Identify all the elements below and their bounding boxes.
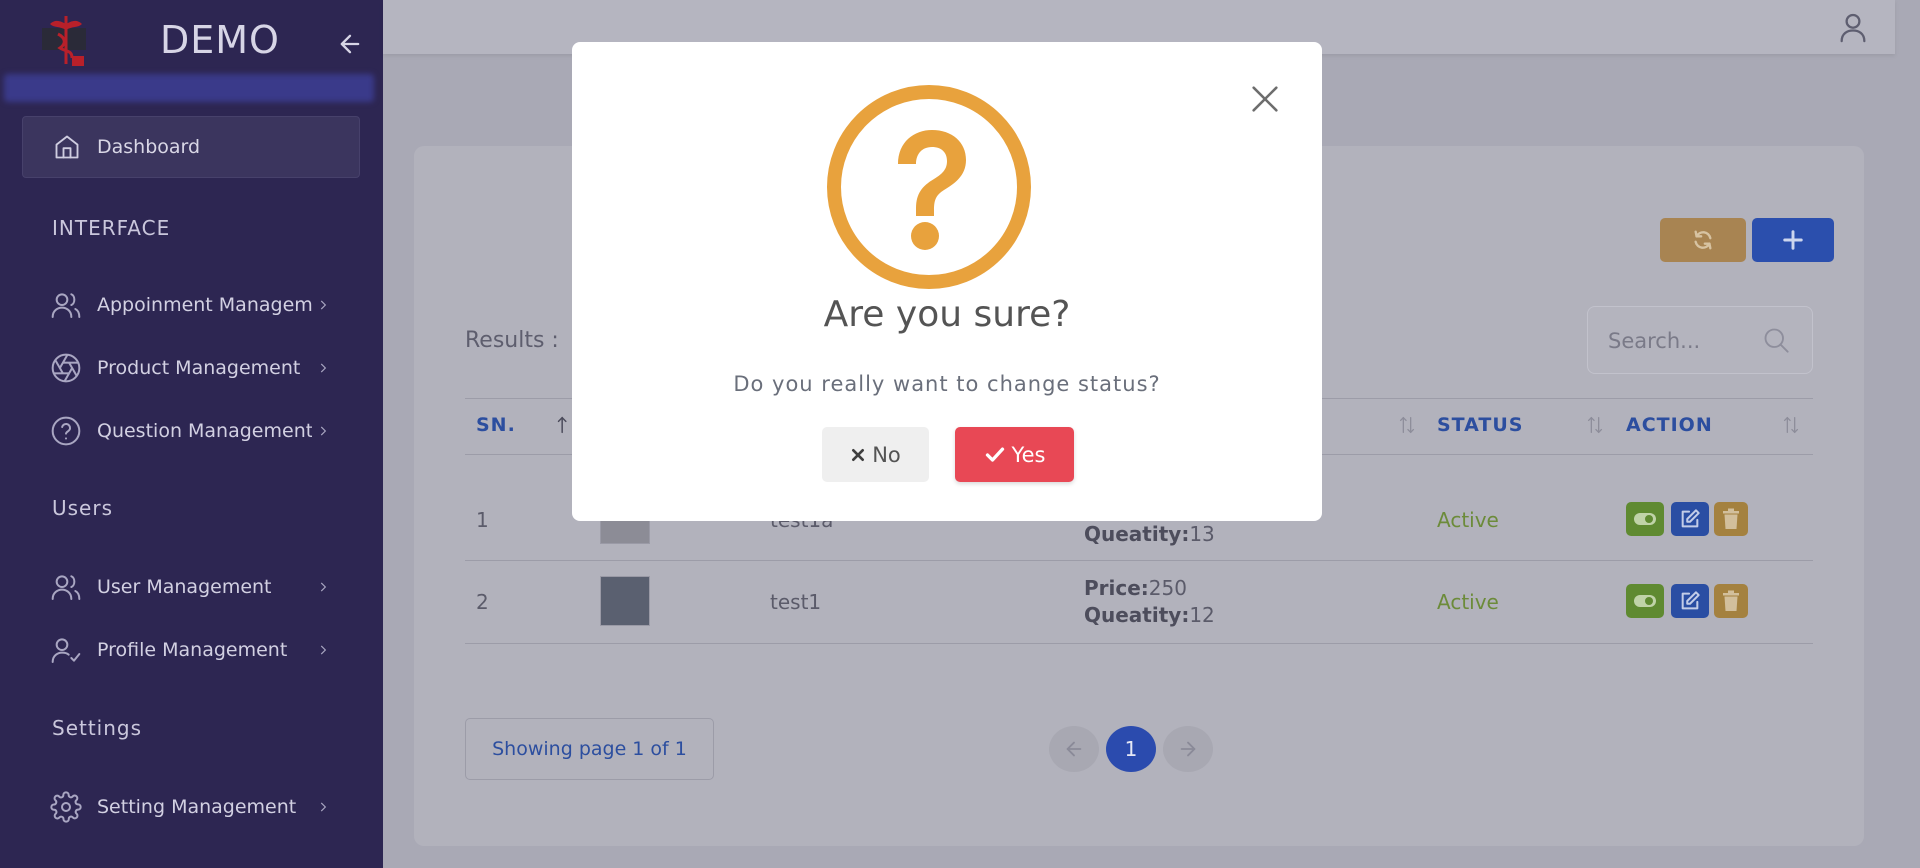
dialog-title: Are you sure?: [823, 294, 1071, 335]
yes-button[interactable]: Yes: [955, 427, 1074, 482]
dialog-text: Do you really want to change status?: [733, 372, 1161, 396]
question-icon: [827, 85, 1031, 289]
check-icon: [985, 447, 1004, 462]
yes-button-label: Yes: [1011, 442, 1046, 467]
no-button[interactable]: No: [822, 427, 929, 482]
no-button-label: No: [872, 442, 901, 467]
close-icon[interactable]: [1248, 82, 1282, 116]
close-icon: [852, 448, 865, 461]
